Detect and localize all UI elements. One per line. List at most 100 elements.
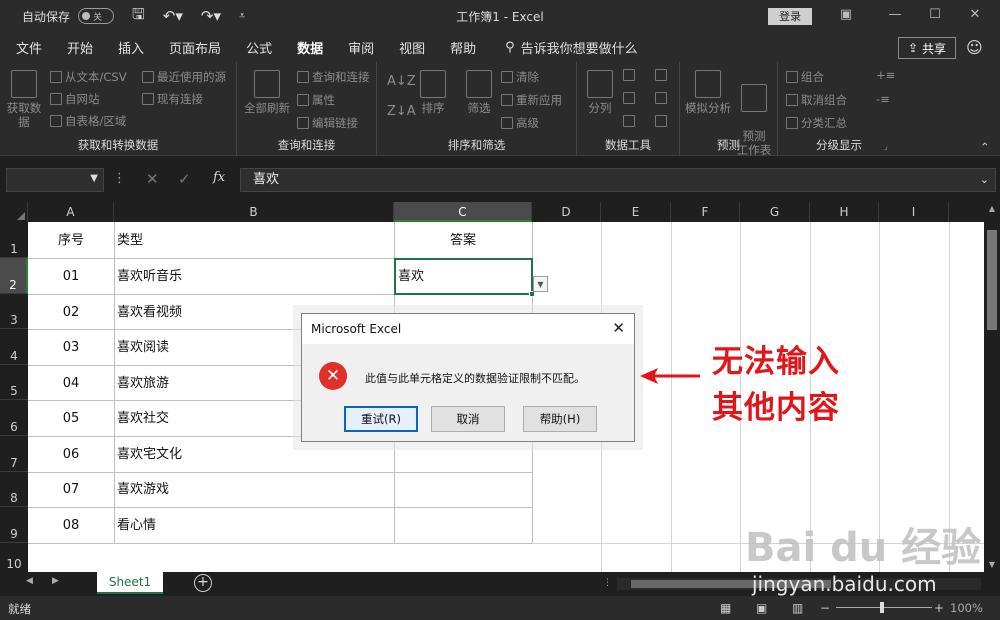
hide-detail-icon[interactable]: -≡ <box>876 92 890 106</box>
help-button[interactable]: 帮助(H) <box>523 406 597 432</box>
table-cell[interactable]: 05 <box>28 402 114 436</box>
group-button[interactable]: 组合 <box>786 69 824 85</box>
select-all-corner[interactable] <box>0 202 28 222</box>
name-box[interactable]: ▼ <box>6 168 104 192</box>
row-header-8[interactable]: 8 <box>0 472 28 507</box>
table-cell[interactable]: 03 <box>28 331 114 365</box>
tab-review[interactable]: 审阅 <box>348 35 374 60</box>
tab-page-layout[interactable]: 页面布局 <box>169 35 221 60</box>
table-cell[interactable]: 02 <box>28 296 114 330</box>
more-options-icon[interactable]: ⋮ <box>113 171 126 186</box>
cancel-entry-icon[interactable]: ✕ <box>146 170 159 188</box>
vertical-scrollbar[interactable]: ▲ ▼ <box>984 202 1000 572</box>
tab-insert[interactable]: 插入 <box>118 35 144 60</box>
reapply-button[interactable]: 重新应用 <box>501 92 562 108</box>
from-web-button[interactable]: 自网站 <box>50 91 100 107</box>
vertical-scroll-thumb[interactable] <box>987 230 997 330</box>
edit-links-button[interactable]: 编辑链接 <box>297 115 358 131</box>
minimize-icon[interactable]: — <box>885 7 905 22</box>
confirm-entry-icon[interactable]: ✓ <box>178 170 191 188</box>
properties-button[interactable]: 属性 <box>297 92 335 108</box>
page-break-view-icon[interactable]: ▥ <box>792 601 803 615</box>
sort-az-icon[interactable]: A↓Z <box>387 74 416 89</box>
column-header-f[interactable]: F <box>671 202 740 222</box>
what-if-button[interactable]: 模拟分析 <box>682 70 734 115</box>
dialog-launcher-icon[interactable]: ⌟ <box>884 142 888 151</box>
data-validation-icon[interactable] <box>623 115 635 127</box>
retry-button[interactable]: 重试(R) <box>344 406 418 432</box>
cancel-button[interactable]: 取消 <box>431 406 505 432</box>
column-header-d[interactable]: D <box>532 202 601 222</box>
table-cell[interactable]: 06 <box>28 438 114 472</box>
validation-dropdown-button[interactable]: ▼ <box>533 276 548 292</box>
expand-formula-icon[interactable]: ⌄ <box>980 169 989 191</box>
existing-connections-button[interactable]: 现有连接 <box>142 91 203 107</box>
tab-formulas[interactable]: 公式 <box>246 35 272 60</box>
insert-function-icon[interactable]: fx <box>213 170 225 185</box>
ungroup-button[interactable]: 取消组合 <box>786 92 847 108</box>
save-icon[interactable]: 🖫 <box>132 4 145 29</box>
row-header-7[interactable]: 7 <box>0 436 28 472</box>
table-cell[interactable]: 喜欢阅读 <box>117 331 169 365</box>
zoom-slider-knob[interactable] <box>880 602 884 613</box>
from-text-button[interactable]: 从文本/CSV <box>50 69 127 85</box>
table-cell[interactable]: 07 <box>28 473 114 507</box>
recent-sources-button[interactable]: 最近使用的源 <box>142 69 226 85</box>
tab-view[interactable]: 视图 <box>399 35 425 60</box>
table-cell[interactable]: 喜欢游戏 <box>117 473 169 507</box>
column-header-c[interactable]: C <box>394 202 532 222</box>
close-window-icon[interactable]: ✕ <box>965 7 985 22</box>
split-handle-icon[interactable]: ⋮ <box>603 578 612 588</box>
relationships-icon[interactable] <box>655 92 667 104</box>
next-sheet-icon[interactable]: ▶ <box>52 576 59 586</box>
from-table-button[interactable]: 自表格/区域 <box>50 113 126 129</box>
get-data-button[interactable]: 获取数据 <box>4 70 44 129</box>
row-header-5[interactable]: 5 <box>0 365 28 400</box>
data-model-icon[interactable] <box>655 115 667 127</box>
sort-button[interactable]: 排序 <box>415 70 451 115</box>
show-detail-icon[interactable]: +≡ <box>876 68 895 82</box>
filter-button[interactable]: 筛选 <box>461 70 497 115</box>
header-cell-answer[interactable]: 答案 <box>394 224 532 258</box>
consolidate-icon[interactable] <box>655 69 667 81</box>
column-header-h[interactable]: H <box>810 202 879 222</box>
row-header-3[interactable]: 3 <box>0 294 28 329</box>
zoom-slider[interactable] <box>836 602 932 613</box>
clear-filter-button[interactable]: 清除 <box>501 69 539 85</box>
table-cell[interactable]: 看心情 <box>117 509 156 543</box>
table-cell[interactable]: 喜欢看视频 <box>117 296 182 330</box>
feedback-smile-icon[interactable]: ☺ <box>966 38 983 57</box>
autosave-toggle[interactable]: 关 <box>78 8 115 24</box>
header-cell-type[interactable]: 类型 <box>117 224 143 258</box>
customize-toolbar-icon[interactable]: ⩡ <box>239 9 245 23</box>
text-to-columns-button[interactable]: 分列 <box>583 70 617 115</box>
scroll-up-icon[interactable]: ▲ <box>984 204 1000 213</box>
zoom-out-icon[interactable]: − <box>820 601 830 615</box>
collapse-ribbon-icon[interactable]: ⌃ <box>980 140 990 154</box>
advanced-filter-button[interactable]: 高级 <box>501 115 539 131</box>
row-header-6[interactable]: 6 <box>0 400 28 436</box>
share-button[interactable]: ⇪ 共享 <box>898 37 956 59</box>
undo-icon[interactable]: ↶▾ <box>163 7 183 25</box>
normal-view-icon[interactable]: ▦ <box>720 601 731 615</box>
table-cell[interactable]: 04 <box>28 367 114 401</box>
row-header-10[interactable]: 10 <box>0 543 28 572</box>
table-cell[interactable]: 08 <box>28 509 114 543</box>
row-header-4[interactable]: 4 <box>0 329 28 365</box>
table-cell[interactable]: 喜欢宅文化 <box>117 438 182 472</box>
row-header-2[interactable]: 2 <box>0 258 28 294</box>
tab-home[interactable]: 开始 <box>67 35 93 60</box>
zoom-percent[interactable]: 100% <box>950 601 983 615</box>
table-cell[interactable]: 喜欢听音乐 <box>117 260 182 294</box>
flash-fill-icon[interactable] <box>623 69 635 81</box>
close-icon[interactable]: ✕ <box>612 319 625 337</box>
ribbon-display-icon[interactable]: ▣ <box>836 7 856 22</box>
tell-me-search[interactable]: ⚲ 告诉我你想要做什么 <box>505 38 638 57</box>
page-layout-view-icon[interactable]: ▣ <box>756 601 767 615</box>
tab-help[interactable]: 帮助 <box>450 35 476 60</box>
table-cell[interactable]: 喜欢旅游 <box>117 367 169 401</box>
add-sheet-icon[interactable]: + <box>194 574 212 592</box>
column-header-a[interactable]: A <box>28 202 114 222</box>
remove-duplicates-icon[interactable] <box>623 92 635 104</box>
row-header-9[interactable]: 9 <box>0 507 28 543</box>
